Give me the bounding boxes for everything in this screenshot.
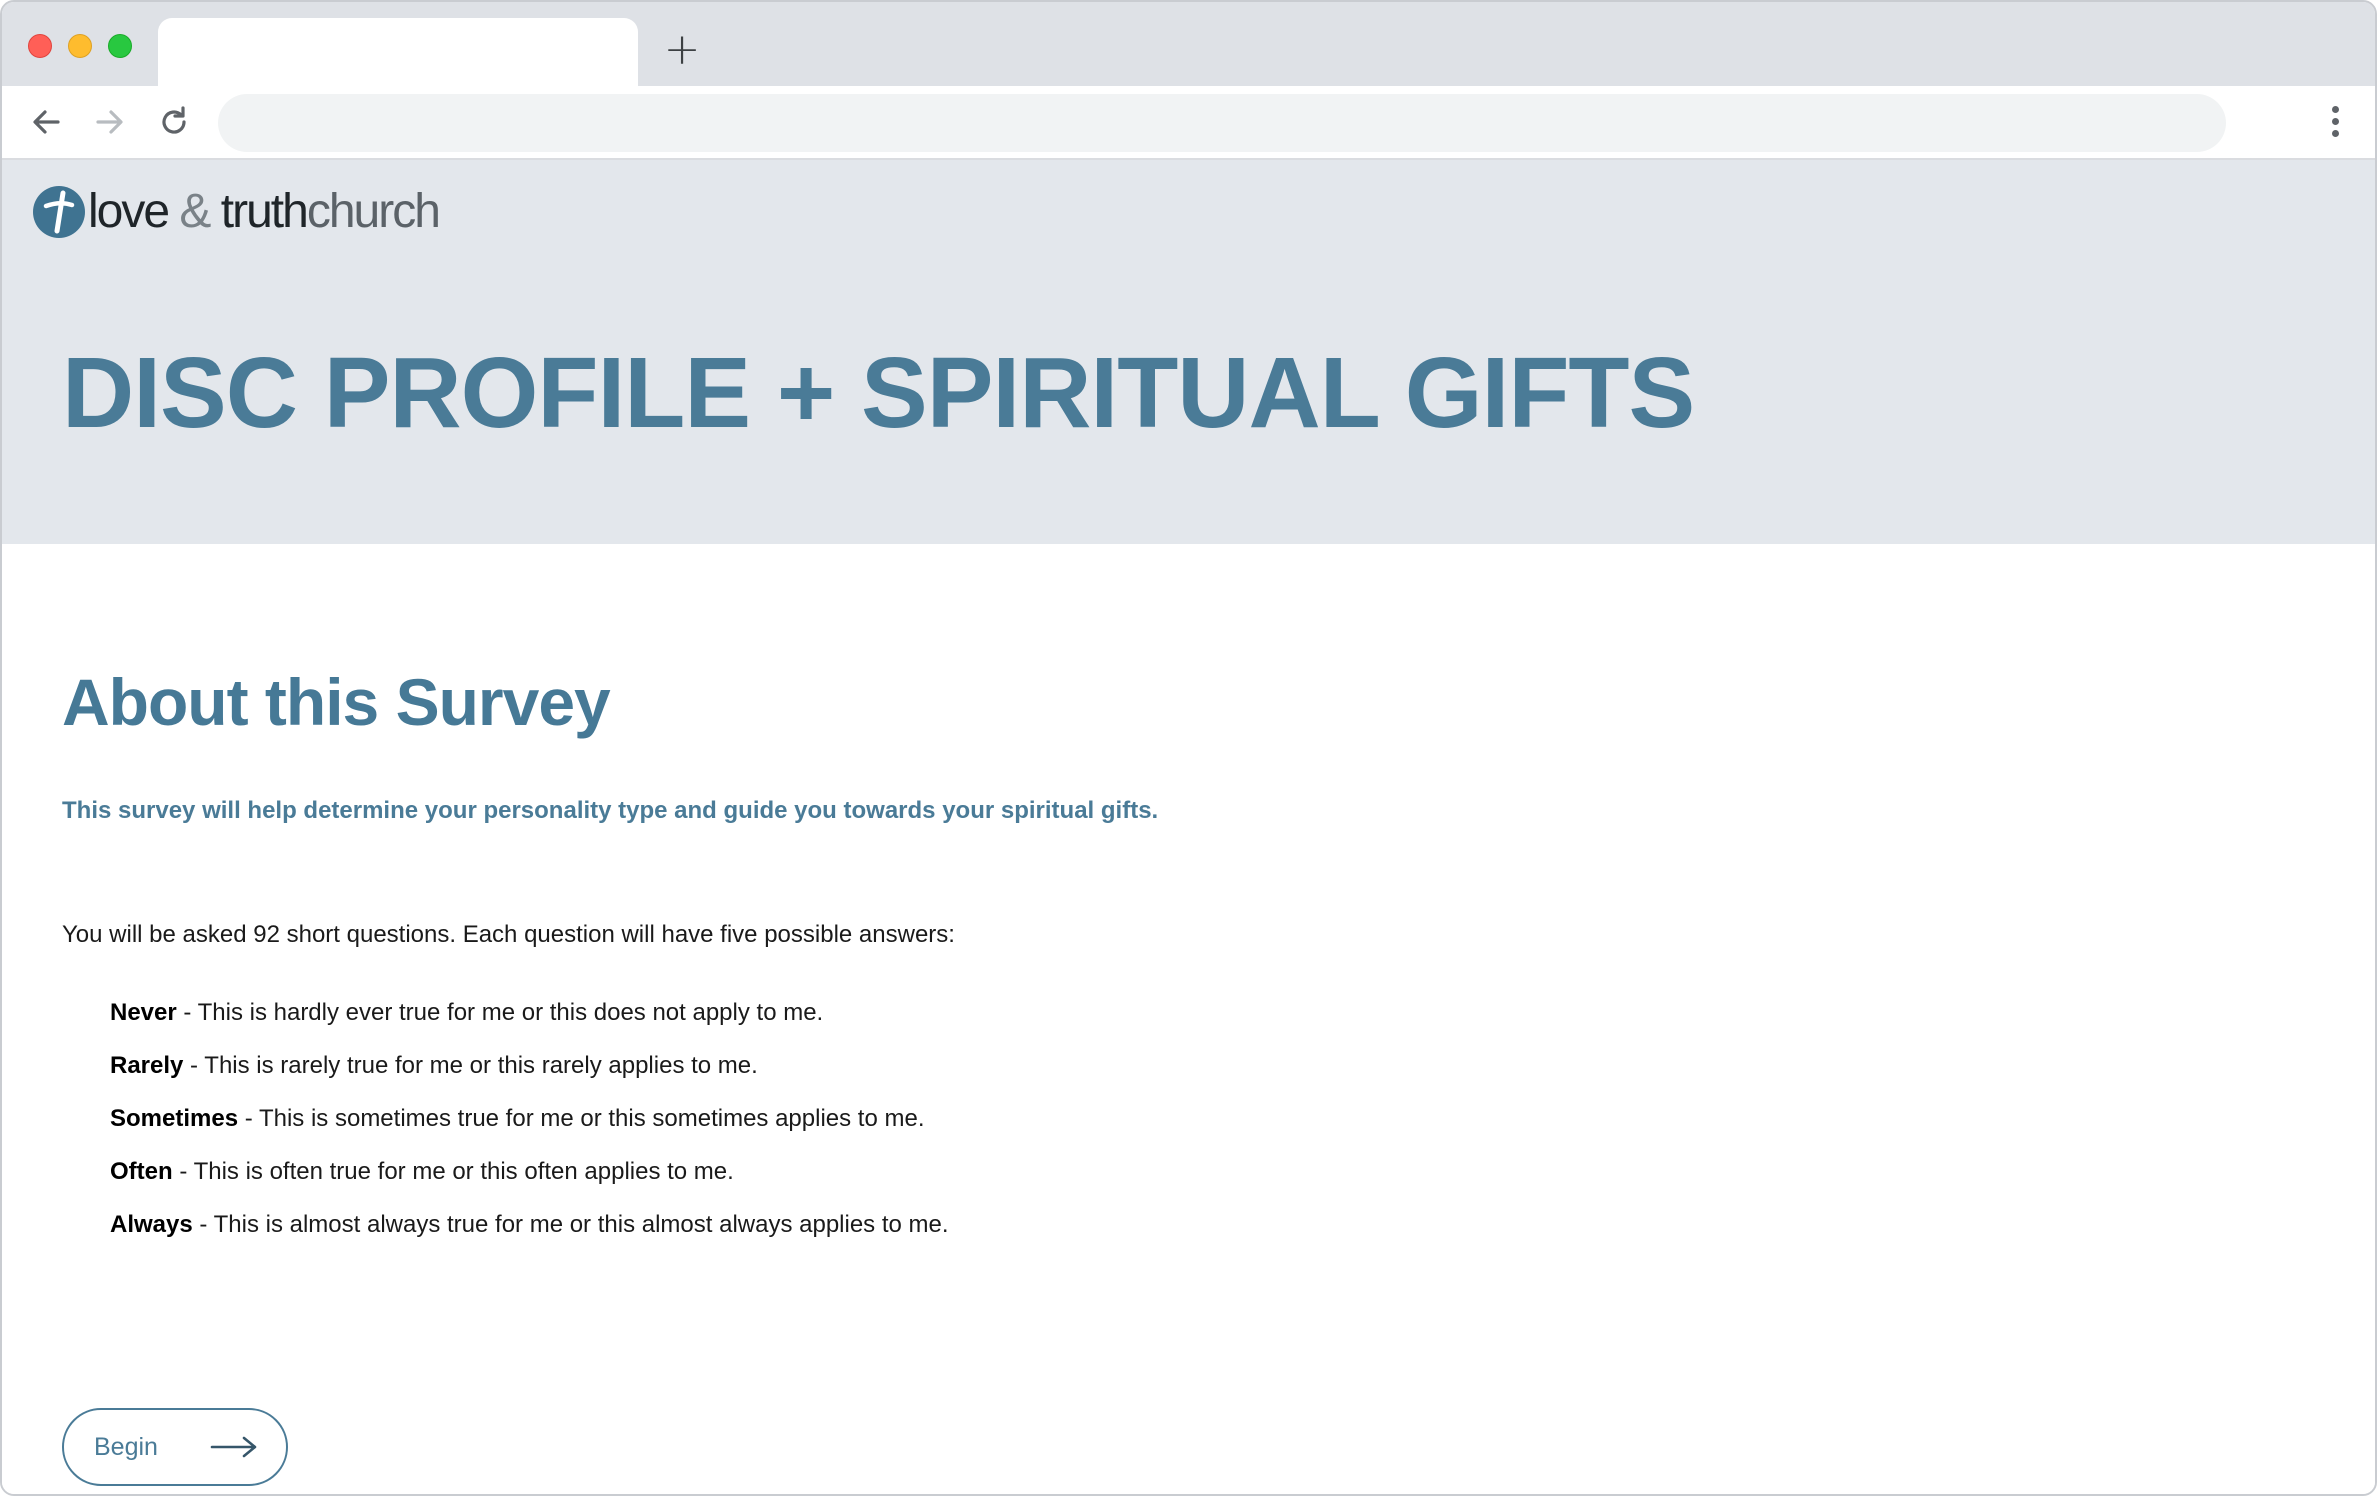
kebab-menu-icon[interactable] xyxy=(2323,102,2347,146)
minimize-window-button[interactable] xyxy=(68,34,92,58)
answer-description: - This is often true for me or this ofte… xyxy=(172,1158,734,1185)
address-bar[interactable] xyxy=(218,94,2226,152)
answer-term: Often xyxy=(110,1158,173,1185)
answer-description: - This is rarely true for me or this rar… xyxy=(183,1052,758,1079)
answer-term: Rarely xyxy=(110,1052,184,1079)
active-tab[interactable] xyxy=(158,18,638,86)
lead-text: This survey will help determine your per… xyxy=(62,797,1159,824)
page-header: love & truthchurch DISC PROFILE + SPIRIT… xyxy=(2,160,2375,544)
logo-ampersand: & xyxy=(179,185,211,238)
intro-text: You will be asked 92 short questions. Ea… xyxy=(62,921,955,948)
answer-option: Sometimes - This is sometimes true for m… xyxy=(110,1104,949,1157)
close-window-button[interactable] xyxy=(28,34,52,58)
begin-button[interactable]: Begin xyxy=(62,1408,288,1486)
arrow-left-icon xyxy=(33,110,60,134)
answer-option: Rarely - This is rarely true for me or t… xyxy=(110,1051,949,1104)
reload-button[interactable] xyxy=(152,100,196,144)
back-button[interactable] xyxy=(24,100,68,144)
answer-term: Always xyxy=(110,1211,193,1238)
answer-description: - This is sometimes true for me or this … xyxy=(238,1105,925,1132)
cross-circle-icon xyxy=(33,186,85,238)
arrow-right-icon xyxy=(96,110,123,134)
logo-word-truth: truth xyxy=(220,185,309,238)
answer-description: - This is almost always true for me or t… xyxy=(192,1211,949,1238)
begin-label: Begin xyxy=(94,1432,158,1461)
logo-word-church: church xyxy=(306,185,441,238)
web-page: love & truthchurch DISC PROFILE + SPIRIT… xyxy=(2,160,2375,1494)
browser-toolbar xyxy=(2,86,2375,160)
reload-icon xyxy=(162,106,186,134)
answer-term: Sometimes xyxy=(110,1105,239,1132)
browser-window: + love & truthchurch DISC PROFILE + SPIR… xyxy=(0,0,2377,1496)
answer-option: Never - This is hardly ever true for me … xyxy=(110,998,949,1051)
page-title: DISC PROFILE + SPIRITUAL GIFTS xyxy=(62,337,1695,449)
answer-options-list: Never - This is hardly ever true for me … xyxy=(110,998,949,1263)
church-logo[interactable]: love & truthchurch xyxy=(32,184,441,240)
arrow-right-long-icon xyxy=(210,1436,257,1458)
forward-button[interactable] xyxy=(88,100,132,144)
answer-option: Always - This is almost always true for … xyxy=(110,1210,949,1263)
maximize-window-button[interactable] xyxy=(108,34,132,58)
plus-icon[interactable]: + xyxy=(662,28,702,72)
logo-wordmark: love & truthchurch xyxy=(88,184,441,240)
section-title: About this Survey xyxy=(62,665,611,739)
answer-description: - This is hardly ever true for me or thi… xyxy=(176,999,824,1026)
answer-option: Often - This is often true for me or thi… xyxy=(110,1157,949,1210)
answer-term: Never xyxy=(110,999,177,1026)
logo-word-love: love xyxy=(88,185,170,238)
tab-strip: + xyxy=(2,2,2375,86)
